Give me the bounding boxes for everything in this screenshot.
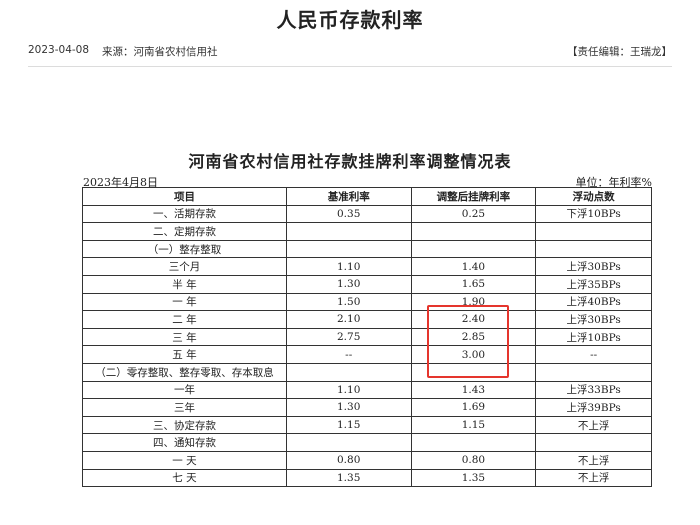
row-float-points: 上浮33BPs [535,380,652,400]
row-item: 一 天 [82,450,287,470]
row-adjusted-rate: 2.40 [410,310,537,329]
row-adjusted-rate: 3.00 [410,345,537,364]
table-row: 一 年 1.50 1.90 上浮40BPs [82,292,652,312]
row-adjusted-rate: 0.80 [410,450,537,470]
table-row: 二、定期存款 [82,222,652,241]
row-base-rate: 1.35 [285,468,412,488]
row-base-rate: 0.35 [285,204,412,224]
row-base-rate: 1.10 [285,380,412,400]
table-row: 一 天 0.80 0.80 不上浮 [82,450,652,470]
responsible-editor: 【责任编辑：王瑞龙】 [567,46,672,58]
row-float-points [535,433,652,452]
page-title: 人民币存款利率 [276,8,424,32]
rates-table: 项目 基准利率 调整后挂牌利率 浮动点数 一、活期存款 0.35 0.25 下浮10B… [82,187,652,488]
row-base-rate: -- [285,345,412,364]
document-title: 河南省农村信用社存款挂牌利率调整情况表 [188,152,512,171]
table-row: 一、活期存款 0.35 0.25 下浮10BPs [82,204,652,224]
table-header-row: 项目 基准利率 调整后挂牌利率 浮动点数 [82,187,652,206]
header-adjusted-rate: 调整后挂牌利率 [410,187,537,206]
header-divider [28,66,672,67]
row-item: （一）整存整取 [82,239,287,259]
header-base-rate: 基准利率 [285,187,412,206]
row-float-points: 上浮10BPs [535,327,652,347]
row-float-points: 上浮30BPs [535,257,652,276]
row-float-points: 上浮39BPs [535,398,652,417]
row-base-rate [285,239,412,259]
row-float-points: 不上浮 [535,450,652,470]
row-item: 三年 [82,398,287,417]
table-row: 三个月 1.10 1.40 上浮30BPs [82,257,652,276]
table-row: 三 年 2.75 2.85 上浮10BPs [82,327,652,347]
row-float-points: 上浮40BPs [535,292,652,312]
row-base-rate [285,222,412,241]
row-float-points [535,239,652,259]
row-item: 七 天 [82,468,287,488]
row-base-rate: 1.30 [285,398,412,417]
row-float-points: 上浮30BPs [535,310,652,329]
row-float-points: 上浮35BPs [535,274,652,294]
row-item: 一年 [82,380,287,400]
header-item: 项目 [82,187,287,206]
row-item: 二、定期存款 [82,222,287,241]
table-row: 一年 1.10 1.43 上浮33BPs [82,380,652,400]
row-float-points: -- [535,345,652,364]
row-adjusted-rate: 1.43 [410,380,537,400]
table-row: （二）零存整取、整存零取、存本取息 [82,362,652,382]
row-adjusted-rate: 0.25 [410,204,537,224]
table-row: 五 年 -- 3.00 -- [82,345,652,364]
row-item: 半 年 [82,274,287,294]
table-row: 七 天 1.35 1.35 不上浮 [82,468,652,488]
row-float-points [535,222,652,241]
row-adjusted-rate: 1.69 [410,398,537,417]
row-item: 一 年 [82,292,287,312]
row-item: 三个月 [82,257,287,276]
row-adjusted-rate: 1.15 [410,415,537,435]
table-row: 半 年 1.30 1.65 上浮35BPs [82,274,652,294]
row-base-rate: 0.80 [285,450,412,470]
table-row: 三、协定存款 1.15 1.15 不上浮 [82,415,652,435]
row-base-rate [285,362,412,382]
row-item: 二 年 [82,310,287,329]
row-float-points [535,362,652,382]
row-adjusted-rate [410,222,537,241]
row-base-rate: 2.10 [285,310,412,329]
row-adjusted-rate [410,239,537,259]
row-item: （二）零存整取、整存零取、存本取息 [82,362,287,382]
row-base-rate: 2.75 [285,327,412,347]
row-adjusted-rate: 1.40 [410,257,537,276]
row-item: 三 年 [82,327,287,347]
row-adjusted-rate [410,433,537,452]
row-float-points: 不上浮 [535,468,652,488]
table-row: 四、通知存款 [82,433,652,452]
row-adjusted-rate: 1.35 [410,468,537,488]
table-row: （一）整存整取 [82,239,652,259]
article-meta: 2023-04-08 来源：河南省农村信用社 【责任编辑：王瑞龙】 [28,44,672,60]
table-row: 二 年 2.10 2.40 上浮30BPs [82,310,652,329]
row-adjusted-rate [410,362,537,382]
row-item: 三、协定存款 [82,415,287,435]
row-item: 四、通知存款 [82,433,287,452]
row-adjusted-rate: 1.90 [410,292,537,312]
row-float-points: 不上浮 [535,415,652,435]
row-base-rate: 1.50 [285,292,412,312]
header-float-points: 浮动点数 [535,187,652,206]
row-base-rate: 1.15 [285,415,412,435]
row-base-rate: 1.30 [285,274,412,294]
row-item: 五 年 [82,345,287,364]
row-item: 一、活期存款 [82,204,287,224]
row-base-rate [285,433,412,452]
row-adjusted-rate: 2.85 [410,327,537,347]
row-adjusted-rate: 1.65 [410,274,537,294]
table-row: 三年 1.30 1.69 上浮39BPs [82,398,652,417]
article-source: 来源：河南省农村信用社 [102,46,218,58]
publish-date: 2023-04-08 [28,44,90,56]
row-base-rate: 1.10 [285,257,412,276]
row-float-points: 下浮10BPs [535,204,652,224]
